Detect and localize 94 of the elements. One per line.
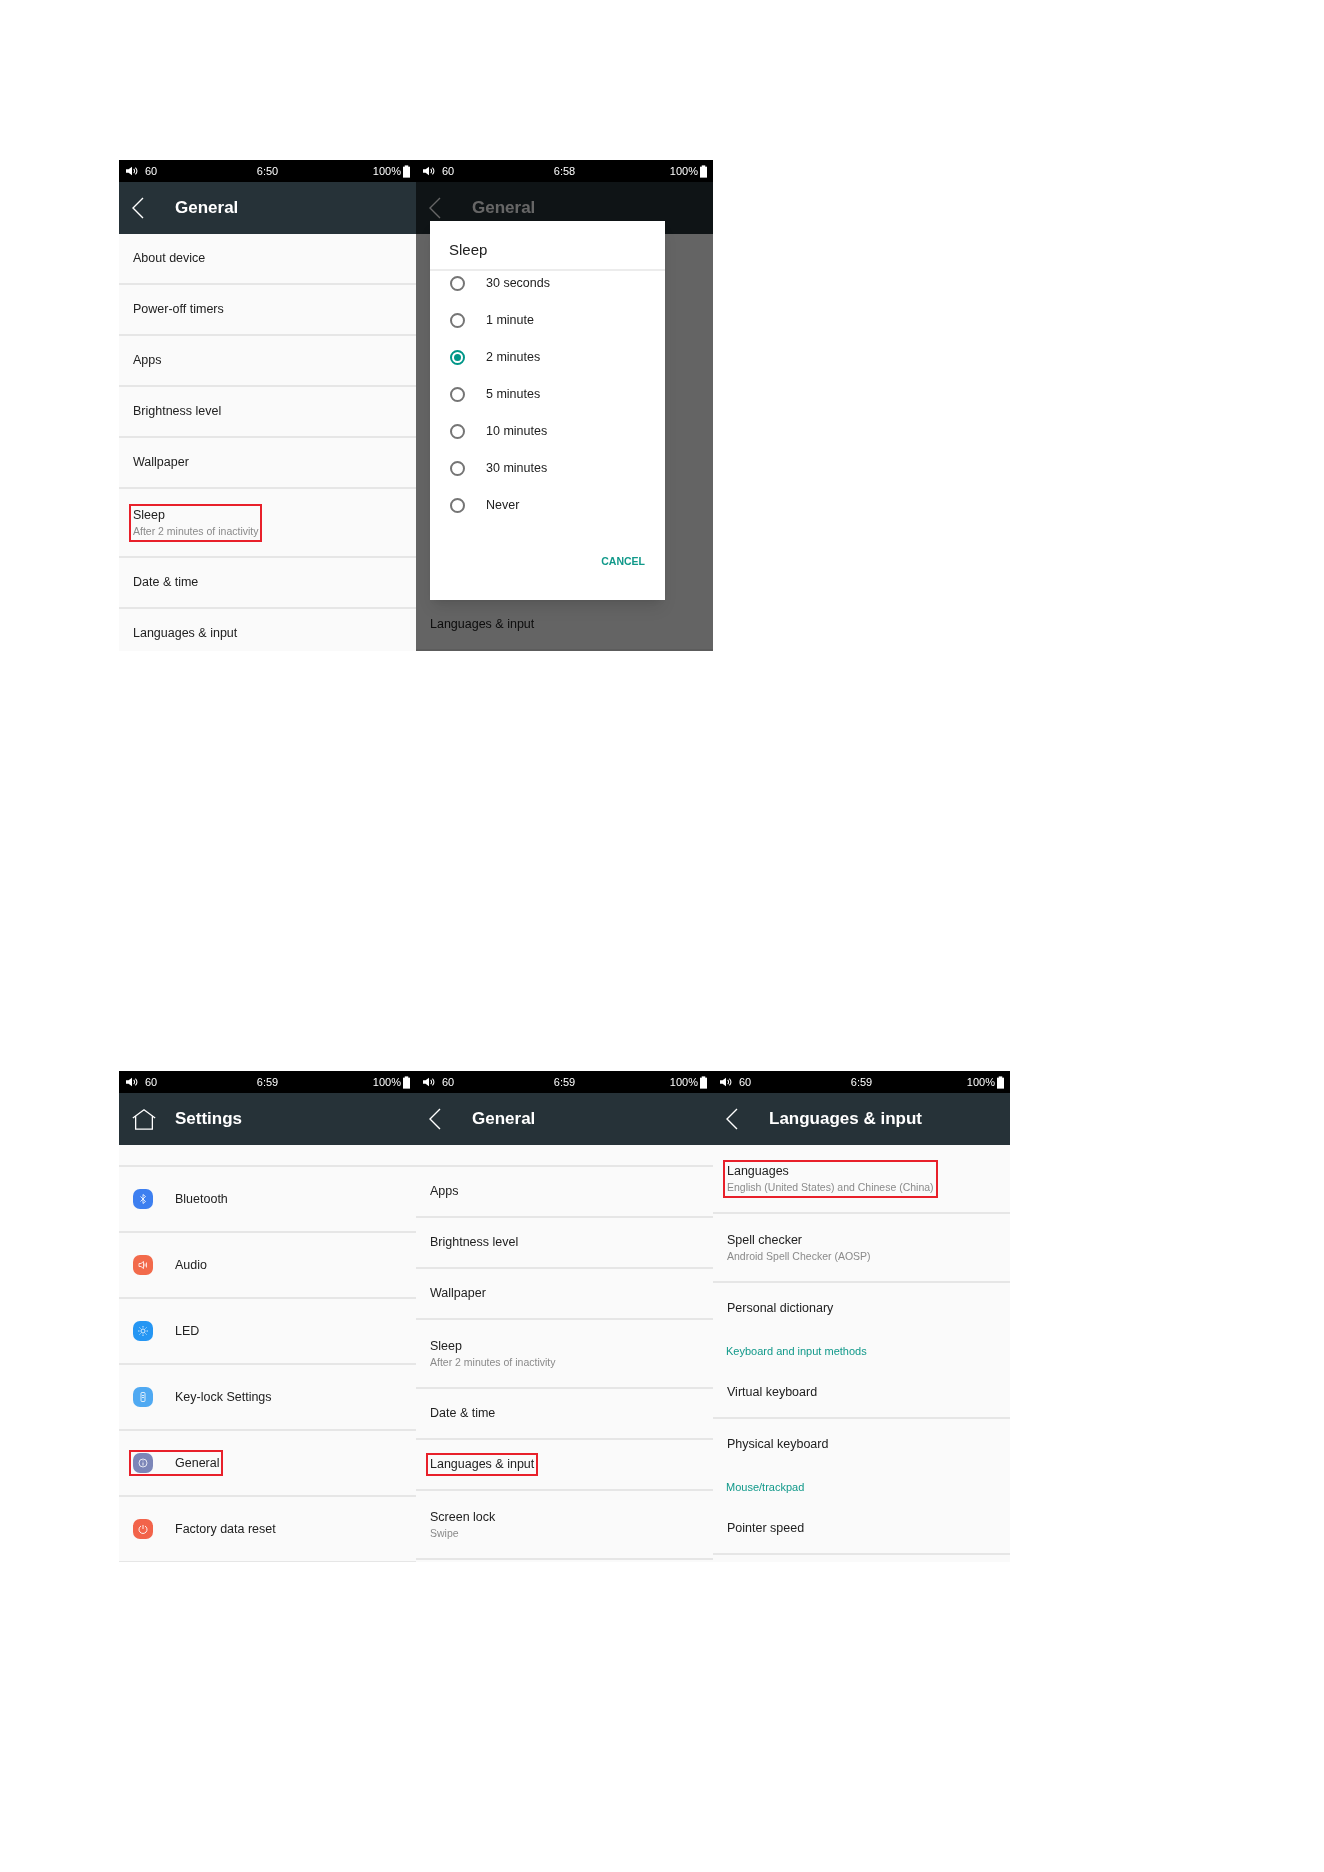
category-header: Keyboard and input methods <box>726 1343 867 1359</box>
item-title: Brightness level <box>133 403 222 420</box>
item-title: Physical keyboard <box>727 1436 829 1453</box>
volume-level: 60 <box>442 163 455 179</box>
battery-icon <box>403 1075 410 1089</box>
item-subtitle: English (United States) and Chinese (China) <box>727 1179 934 1195</box>
volume-level: 60 <box>145 163 158 179</box>
battery-percent: 100% <box>372 163 401 179</box>
settings-item[interactable]: Sleep After 2 minutes of inactivity <box>119 489 416 558</box>
screen-title: General <box>175 197 239 220</box>
item-title: Date & time <box>430 1405 496 1422</box>
item-title: LED <box>175 1322 200 1340</box>
screen-title: General <box>472 197 536 220</box>
clock: 6:58 <box>553 163 576 179</box>
item-title: Brightness level <box>430 1234 519 1251</box>
settings-item[interactable]: Languages English (United States) and Chinese (China) <box>713 1145 1010 1214</box>
item-title: Audio <box>175 1256 207 1274</box>
item-title: Power-off timers <box>133 301 224 318</box>
settings-item[interactable]: Spell checker Android Spell Checker (AOSP) <box>713 1214 1010 1283</box>
volume-level: 60 <box>739 1074 752 1090</box>
clock: 6:59 <box>256 1074 279 1090</box>
volume-icon <box>422 1076 436 1088</box>
item-title: Languages & input <box>430 1456 535 1473</box>
item-subtitle: Android Spell Checker (AOSP) <box>727 1248 871 1264</box>
volume-level: 60 <box>145 1074 158 1090</box>
radio-button[interactable] <box>450 276 465 291</box>
volume-icon <box>125 165 139 177</box>
item-title: Apps <box>430 1183 459 1200</box>
item-title: Virtual keyboard <box>727 1384 818 1401</box>
radio-option[interactable]: 5 minutes <box>430 376 665 413</box>
settings-item[interactable]: Virtual keyboard <box>713 1368 1010 1419</box>
battery-percent: 100% <box>669 1074 698 1090</box>
back-icon <box>428 196 442 220</box>
radio-option[interactable]: 2 minutes <box>430 339 665 376</box>
item-title: Apps <box>133 352 162 369</box>
item-title: Languages & input <box>430 616 535 633</box>
item-subtitle: After 2 minutes of inactivity <box>133 523 259 539</box>
settings-item[interactable]: Personal dictionary <box>713 1283 1010 1334</box>
battery-icon <box>997 1075 1004 1089</box>
clock: 6:59 <box>553 1074 576 1090</box>
settings-item[interactable]: General <box>119 1431 416 1497</box>
volume-icon <box>125 1076 139 1088</box>
item-title: Pointer speed <box>727 1520 805 1537</box>
item-subtitle: Swipe <box>430 1525 460 1541</box>
settings-item[interactable]: Physical keyboard <box>713 1419 1010 1470</box>
battery-icon <box>700 1075 707 1089</box>
clock: 6:50 <box>256 163 279 179</box>
dialog-title: Sleep <box>430 221 665 271</box>
volume-icon <box>719 1076 733 1088</box>
screen-title: Languages & input <box>769 1108 922 1131</box>
item-title: Wallpaper <box>430 1285 486 1302</box>
back-icon <box>725 1107 739 1131</box>
battery-percent: 100% <box>966 1074 995 1090</box>
radio-option[interactable]: 10 minutes <box>430 413 665 450</box>
item-title: Bluetooth <box>175 1190 228 1208</box>
back-icon <box>428 1107 442 1131</box>
volume-icon <box>422 165 436 177</box>
item-title: Personal dictionary <box>727 1300 834 1317</box>
home-icon <box>131 1107 157 1131</box>
battery-percent: 100% <box>372 1074 401 1090</box>
radio-button[interactable] <box>450 387 465 402</box>
item-title: General <box>175 1454 220 1472</box>
settings-item[interactable]: Pointer speed <box>713 1504 1010 1555</box>
radio-button[interactable] <box>450 461 465 476</box>
settings-item[interactable]: Languages & input <box>416 1440 713 1491</box>
item-title: Key-lock Settings <box>175 1388 272 1406</box>
item-title: Screen lock <box>430 1508 496 1526</box>
item-title: Factory data reset <box>175 1520 276 1538</box>
category-header: Mouse/trackpad <box>726 1479 805 1495</box>
item-title: Wallpaper <box>133 454 189 471</box>
screen-title: General <box>472 1108 536 1131</box>
back-icon <box>131 196 145 220</box>
item-title: About device <box>133 250 206 267</box>
item-title: Sleep <box>133 506 166 524</box>
radio-button[interactable] <box>450 313 465 328</box>
volume-level: 60 <box>442 1074 455 1090</box>
item-title: Languages & input <box>133 625 238 642</box>
radio-button[interactable] <box>450 424 465 439</box>
radio-option[interactable]: 1 minute <box>430 302 665 339</box>
battery-percent: 100% <box>669 163 698 179</box>
radio-option[interactable]: Never <box>430 487 665 524</box>
item-title: Spell checker <box>727 1231 804 1249</box>
radio-button[interactable] <box>450 498 465 513</box>
radio-option[interactable]: 30 minutes <box>430 450 665 487</box>
clock: 6:59 <box>850 1074 873 1090</box>
item-subtitle: After 2 minutes of inactivity <box>430 1354 556 1370</box>
item-title: Languages <box>727 1162 790 1180</box>
battery-icon <box>403 164 410 178</box>
radio-button[interactable] <box>450 350 465 365</box>
item-title: Sleep <box>430 1337 463 1355</box>
screen-title: Settings <box>175 1108 243 1131</box>
item-title: Date & time <box>133 574 199 591</box>
battery-icon <box>700 164 707 178</box>
cancel-button[interactable]: CANCEL <box>599 554 647 570</box>
